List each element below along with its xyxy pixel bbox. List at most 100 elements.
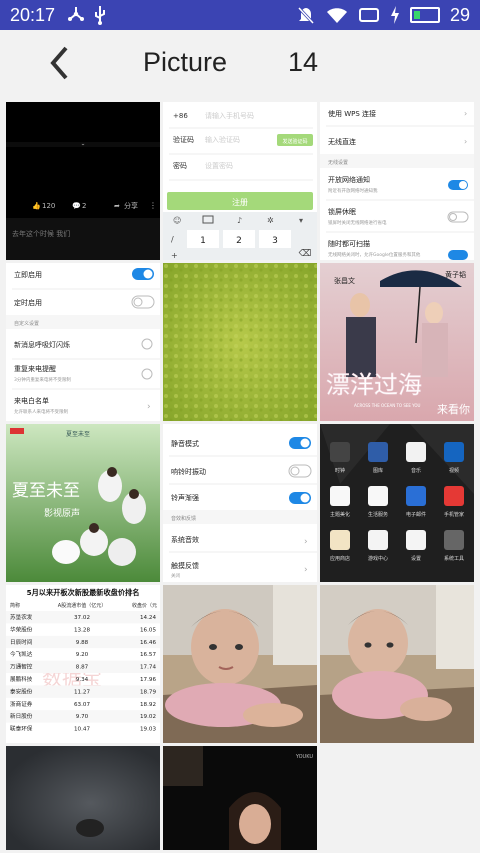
status-bar: 20:17 29	[0, 0, 480, 30]
svg-text:系统音效: 系统音效	[171, 535, 199, 544]
stock-name-cell: 新日股份	[10, 712, 33, 720]
stock-mcap-cell: 9.70	[76, 714, 89, 720]
picture-thumb-dark-surface[interactable]	[6, 746, 160, 850]
app-label: 音乐	[411, 467, 421, 474]
page-title: Picture	[143, 47, 228, 77]
app-label: 手机管家	[444, 511, 464, 518]
svg-text:⌫: ⌫	[298, 249, 312, 259]
svg-text:响铃时振动: 响铃时振动	[171, 467, 206, 476]
app-icon	[444, 486, 464, 506]
svg-text:120: 120	[42, 202, 55, 210]
charging-icon	[390, 6, 399, 24]
app-label: 图库	[373, 467, 383, 474]
svg-text:新消息呼吸灯闪烁: 新消息呼吸灯闪烁	[14, 340, 70, 349]
svg-text:▾: ▾	[299, 216, 303, 225]
svg-text:⋮: ⋮	[149, 201, 157, 210]
svg-text:夏至未至: 夏至未至	[66, 430, 90, 438]
battery-level: 29	[449, 4, 470, 25]
svg-text:☺: ☺	[173, 216, 181, 225]
picture-thumb-stock-table[interactable]: 5月以来开板次新股最新收盘价排名 简称 A股流通市值（亿元） 收盘价（元 数据宝…	[6, 585, 160, 743]
stock-price-cell: 18.92	[140, 702, 156, 708]
svg-text:分享: 分享	[124, 201, 138, 210]
picture-thumb-soundtrack-poster[interactable]: 夏至未至 夏至未至 影视原声	[6, 424, 160, 582]
picture-thumb-baby-photo-1[interactable]	[163, 585, 317, 743]
svg-text:使用 WPS 连接: 使用 WPS 连接	[328, 109, 376, 118]
svg-text:设置密码: 设置密码	[205, 161, 233, 170]
picture-thumb-register-form[interactable]: +86 请输入手机号码 验证码 输入验证码 发送验证码 密码 设置密码 注册 ☺…	[163, 102, 317, 260]
stock-price-cell: 19.02	[140, 714, 156, 720]
svg-text:开放网络通知: 开放网络通知	[328, 175, 370, 184]
svg-text:验证码: 验证码	[173, 135, 194, 144]
stock-price-cell: 19.03	[140, 727, 156, 733]
svg-text:来看你: 来看你	[437, 402, 470, 416]
stock-price-cell: 16.05	[140, 627, 156, 633]
stock-name-cell: 泰安股份	[10, 687, 33, 695]
svg-text:+: +	[171, 251, 178, 260]
picture-thumb-sound-settings[interactable]: 静音模式 响铃时振动 铃声渐强 音效和反馈 系统音效 › 触摸反馈 关闭 ›	[163, 424, 317, 582]
svg-text:自定义设置: 自定义设置	[14, 320, 39, 327]
svg-text:输入验证码: 输入验证码	[205, 135, 240, 144]
svg-text:音效和反馈: 音效和反馈	[171, 515, 196, 522]
svg-text:3: 3	[272, 236, 278, 246]
app-icon	[368, 530, 388, 550]
svg-text:/: /	[171, 235, 174, 244]
app-icon	[368, 486, 388, 506]
app-icon	[406, 442, 426, 462]
back-button[interactable]	[44, 44, 74, 82]
app-label: 主题美化	[330, 511, 350, 518]
stock-name-cell: 华荣股份	[10, 625, 33, 633]
stock-price-cell: 16.57	[140, 652, 156, 658]
svg-text:3分钟内重复来电将不受限制: 3分钟内重复来电将不受限制	[14, 376, 71, 383]
stock-mcap-cell: 11.27	[74, 689, 90, 695]
app-icon	[368, 442, 388, 462]
app-icon	[444, 530, 464, 550]
svg-text:发送验证码: 发送验证码	[282, 138, 307, 145]
svg-text:YOUKU: YOUKU	[295, 754, 314, 760]
stock-price-cell: 17.74	[140, 665, 156, 671]
stock-name-cell: 日辰时间	[10, 638, 33, 646]
picture-thumb-movie-poster[interactable]: 张昌文 黄子韬 漂洋过海 来看你 ACROSS THE OCEAN TO SEE…	[320, 263, 474, 421]
svg-text:重复来电提醒: 重复来电提醒	[14, 364, 56, 373]
stock-price-cell: 16.46	[140, 640, 156, 646]
svg-text:去年这个时候 我们: 去年这个时候 我们	[12, 229, 70, 238]
battery-icon	[409, 7, 440, 23]
svg-text:张昌文: 张昌文	[334, 276, 355, 285]
svg-text:ACROSS THE OCEAN TO SEE YOU: ACROSS THE OCEAN TO SEE YOU	[354, 403, 421, 408]
svg-text:2: 2	[236, 236, 242, 246]
picture-thumb-green-texture[interactable]	[163, 263, 317, 421]
svg-text:漂洋过海: 漂洋过海	[326, 371, 422, 399]
stock-mcap-cell: 9.88	[76, 640, 89, 646]
app-label: 生活服务	[368, 511, 388, 518]
svg-text:›: ›	[304, 565, 308, 575]
svg-text:👍: 👍	[32, 201, 41, 210]
picture-thumb-video-post[interactable]: ˘ 👍 120 💬 2 ➦ 分享 ⋮ 去年这个时候 我们	[6, 102, 160, 260]
picture-thumb-wifi-settings[interactable]: 使用 WPS 连接 › 无线直连 › 无线设置 开放网络通知 附近有开放网络时通…	[320, 102, 474, 260]
picture-thumb-baby-photo-2[interactable]	[320, 585, 474, 743]
svg-text:静音模式: 静音模式	[171, 439, 199, 448]
svg-text:夏至未至: 夏至未至	[12, 481, 80, 501]
svg-text:›: ›	[304, 537, 308, 547]
stock-mcap-cell: 10.47	[74, 727, 90, 733]
svg-text:定时启用: 定时启用	[14, 298, 42, 307]
picture-thumb-home-screen[interactable]: 时钟 图库 音乐 视频 主题美化 生活服务 电子邮件 手机管家 应用商店 游戏中心 设置 系统工具	[320, 424, 474, 582]
svg-text:💬: 💬	[72, 201, 81, 210]
svg-text:简称: 简称	[10, 602, 20, 609]
header: Picture 14	[0, 30, 480, 96]
app-icon	[444, 442, 464, 462]
app-icon	[330, 442, 350, 462]
svg-text:关闭: 关闭	[171, 572, 180, 579]
svg-text:随时都可扫描: 随时都可扫描	[328, 239, 370, 248]
svg-text:1: 1	[200, 236, 206, 246]
svg-text:+86: +86	[173, 112, 188, 120]
svg-text:铃声渐强: 铃声渐强	[171, 493, 199, 502]
stock-price-cell: 14.24	[140, 615, 156, 621]
svg-text:›: ›	[147, 402, 151, 412]
app-label: 系统工具	[444, 555, 464, 562]
stock-name-cell: 苏垦农发	[10, 613, 33, 621]
svg-text:♪: ♪	[237, 216, 242, 225]
status-time: 20:17	[10, 4, 56, 25]
stock-mcap-cell: 9.20	[76, 652, 89, 658]
picture-thumb-video-frame[interactable]: YOUKU	[163, 746, 317, 850]
svg-text:✲: ✲	[267, 216, 274, 225]
picture-thumb-dnd-settings[interactable]: 立即启用 定时启用 自定义设置 新消息呼吸灯闪烁 重复来电提醒 3分钟内重复来电…	[6, 263, 160, 421]
